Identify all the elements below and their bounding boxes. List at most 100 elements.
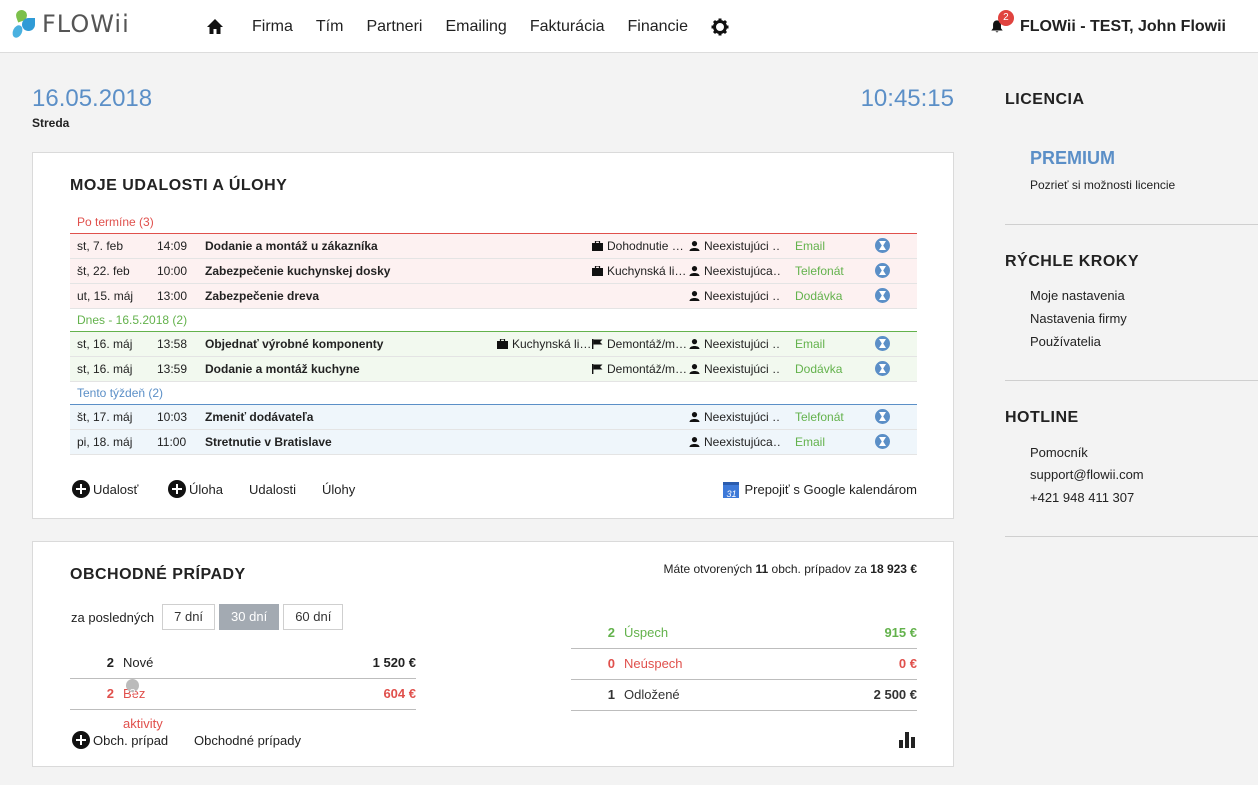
deals-link[interactable]: Obchodné prípady <box>194 729 301 753</box>
event-contact-label: Neexistujúca… <box>704 264 781 278</box>
deal-amount: 0 € <box>898 656 917 671</box>
event-group-header: Dnes - 16.5.2018 (2) <box>70 309 917 332</box>
nav-emailing[interactable]: Emailing <box>445 18 506 36</box>
event-title[interactable]: Dodanie a montáž u zákazníka <box>205 234 378 258</box>
home-icon[interactable] <box>206 18 224 36</box>
event-time: 13:59 <box>157 362 188 376</box>
event-project[interactable]: Demontáž/m… <box>592 332 687 356</box>
events-link[interactable]: Udalosti <box>249 478 296 502</box>
person-icon <box>689 437 700 447</box>
event-deal-label: Kuchynská li… <box>607 264 687 278</box>
gear-icon[interactable] <box>711 18 729 36</box>
event-contact[interactable]: Neexistujúci … <box>689 284 781 308</box>
event-date: ut, 15. máj <box>77 289 134 303</box>
hourglass-icon[interactable] <box>875 288 890 303</box>
flag-icon <box>592 339 603 349</box>
event-contact-label: Neexistujúca… <box>704 435 781 449</box>
bar-chart-icon[interactable] <box>899 732 917 748</box>
briefcase-icon <box>497 339 508 349</box>
event-deal[interactable]: Kuchynská li… <box>592 259 686 283</box>
deal-status-row[interactable]: 2 Nové 1 520 € <box>70 648 416 679</box>
event-time: 10:00 <box>157 264 188 278</box>
event-contact-label: Neexistujúci … <box>704 239 781 253</box>
link-helper[interactable]: Pomocník <box>1030 445 1088 460</box>
link-my-settings[interactable]: Moje nastavenia <box>1030 288 1125 303</box>
user-name[interactable]: FLOWii - TEST, John Flowii <box>1020 18 1226 36</box>
event-title[interactable]: Zabezpečenie dreva <box>205 284 319 308</box>
deal-amount: 604 € <box>383 686 416 701</box>
period-30-days-button[interactable]: 30 dní <box>219 604 280 630</box>
deal-status-row[interactable]: 2 Úspech 915 € <box>571 618 917 649</box>
event-contact[interactable]: Neexistujúci … <box>689 357 781 381</box>
hourglass-icon[interactable] <box>875 238 890 253</box>
event-contact[interactable]: Neexistujúci … <box>689 332 781 356</box>
help-icon[interactable]: ? <box>126 679 139 699</box>
add-deal-button[interactable]: Obch. prípad <box>72 729 168 753</box>
event-contact[interactable]: Neexistujúca… <box>689 259 781 283</box>
person-icon <box>689 266 700 276</box>
event-row[interactable]: št, 22. feb 10:00 Zabezpečenie kuchynskej … <box>70 259 917 284</box>
event-title[interactable]: Objednať výrobné komponenty <box>205 332 383 356</box>
hourglass-icon[interactable] <box>875 336 890 351</box>
briefcase-icon <box>592 241 603 251</box>
event-title[interactable]: Dodanie a montáž kuchyne <box>205 357 360 381</box>
nav-firma[interactable]: Firma <box>252 18 293 36</box>
event-contact-label: Neexistujúci … <box>704 289 781 303</box>
event-type: Dodávka <box>795 289 843 303</box>
person-icon <box>689 291 700 301</box>
hourglass-icon[interactable] <box>875 409 890 424</box>
deal-label-text: Odložené <box>624 687 680 702</box>
license-section: LICENCIA PREMIUM Pozrieť si možnosti lic… <box>1005 53 1258 225</box>
person-icon <box>689 364 700 374</box>
event-deal[interactable]: Dohodnutie … <box>592 234 684 258</box>
deal-status-row[interactable]: 2 Bez aktivity? 604 € <box>70 679 416 731</box>
deals-footer: Obch. prípad Obchodné prípady <box>70 729 917 753</box>
license-options-link[interactable]: Pozrieť si možnosti licencie <box>1030 178 1175 192</box>
period-7-days-button[interactable]: 7 dní <box>162 604 216 630</box>
hourglass-icon[interactable] <box>875 263 890 278</box>
event-row[interactable]: st, 7. feb 14:09 Dodanie a montáž u zákazn… <box>70 234 917 259</box>
event-project[interactable]: Demontáž/m… <box>592 357 687 381</box>
summary-middle: obch. prípadov za <box>768 562 871 576</box>
support-phone[interactable]: +421 948 411 307 <box>1030 490 1134 505</box>
link-users[interactable]: Používatelia <box>1030 334 1101 349</box>
event-row[interactable]: pi, 18. máj 11:00 Stretnutie v Bratislave N… <box>70 430 917 455</box>
deal-count: 2 <box>106 686 114 701</box>
plus-icon <box>72 731 90 749</box>
flowii-logo[interactable]: FLOWii <box>10 8 130 40</box>
nav-partneri[interactable]: Partneri <box>366 18 422 36</box>
event-row[interactable]: ut, 15. máj 13:00 Zabezpečenie dreva Neexis… <box>70 284 917 309</box>
google-calendar-link[interactable]: 31 Prepojiť s Google kalendárom <box>723 478 917 502</box>
event-title[interactable]: Stretnutie v Bratislave <box>205 430 332 454</box>
link-company-settings[interactable]: Nastavenia firmy <box>1030 311 1127 326</box>
deal-label-text: Úspech <box>624 625 669 640</box>
event-row[interactable]: st, 16. máj 13:59 Dodanie a montáž kuchyne… <box>70 357 917 382</box>
add-event-button[interactable]: Udalosť <box>72 478 138 502</box>
notifications-bell[interactable]: 2 <box>990 9 1014 35</box>
nav-fakturacia[interactable]: Fakturácia <box>530 18 605 36</box>
event-deal[interactable]: Kuchynská li… <box>497 332 591 356</box>
nav-tim[interactable]: Tím <box>316 18 344 36</box>
deal-status-row[interactable]: 0 Neúspech 0 € <box>571 649 917 680</box>
hourglass-icon[interactable] <box>875 434 890 449</box>
support-email[interactable]: support@flowii.com <box>1030 467 1144 482</box>
event-title[interactable]: Zabezpečenie kuchynskej dosky <box>205 259 390 283</box>
add-task-button[interactable]: Úloha <box>168 478 223 502</box>
event-contact[interactable]: Neexistujúca… <box>689 430 781 454</box>
event-row[interactable]: st, 16. máj 13:58 Objednať výrobné kompone… <box>70 332 917 357</box>
event-contact[interactable]: Neexistujúci … <box>689 234 781 258</box>
event-row[interactable]: št, 17. máj 10:03 Zmeniť dodávateľa Neexist… <box>70 405 917 430</box>
period-60-days-button[interactable]: 60 dní <box>283 604 344 630</box>
logo-icon <box>10 8 38 40</box>
deal-amount: 915 € <box>884 625 917 640</box>
event-time: 11:00 <box>157 435 187 449</box>
event-contact[interactable]: Neexistujúci … <box>689 405 781 429</box>
event-title[interactable]: Zmeniť dodávateľa <box>205 405 313 429</box>
deal-count: 2 <box>106 655 114 670</box>
deal-status-row[interactable]: 1 Odložené 2 500 € <box>571 680 917 711</box>
hourglass-icon[interactable] <box>875 361 890 376</box>
event-contact-label: Neexistujúci … <box>704 410 781 424</box>
nav-financie[interactable]: Financie <box>628 18 688 36</box>
event-group-header: Po termíne (3) <box>70 211 917 234</box>
tasks-link[interactable]: Úlohy <box>322 478 355 502</box>
